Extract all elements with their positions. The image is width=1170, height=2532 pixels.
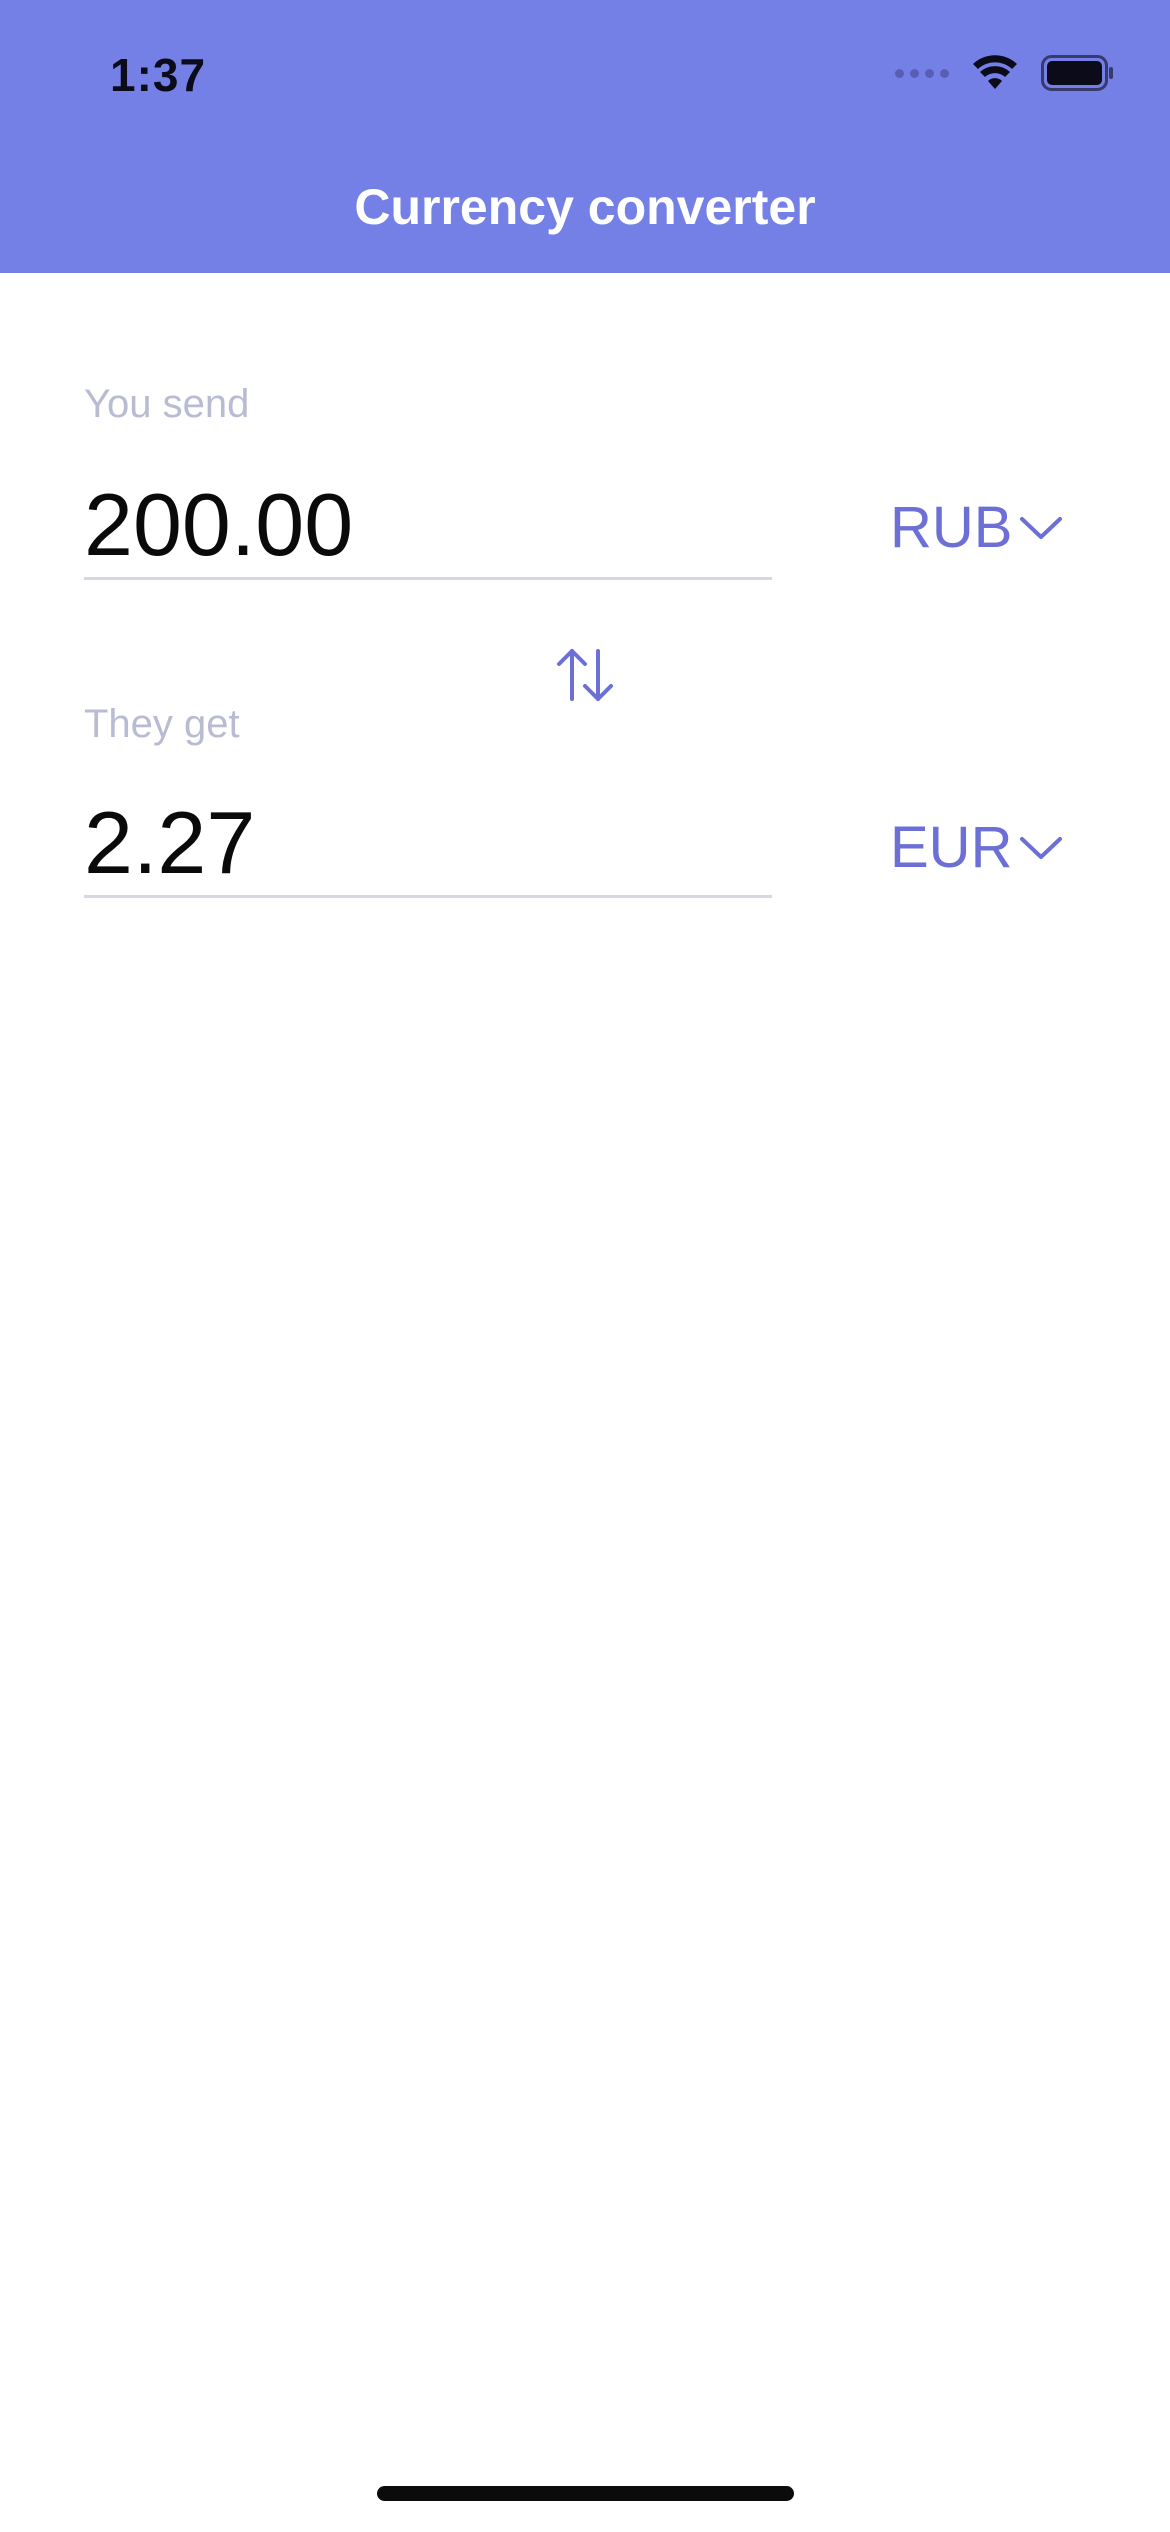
receive-amount-value: 2.27 [84,793,256,892]
navigation-header: 1:37 Currency converter [0,0,1170,273]
chevron-down-icon [1020,836,1063,859]
send-amount-input[interactable]: 200.00 [84,470,772,580]
send-currency-selector[interactable]: RUB [890,494,1064,561]
chevron-down-icon [1020,516,1063,539]
status-time: 1:37 [110,49,207,101]
page-title: Currency converter [354,179,816,235]
receive-currency-code: EUR [890,815,1013,880]
receive-label: They get [84,702,240,746]
wifi-icon [973,55,1017,89]
swap-vertical-icon [557,649,613,701]
home-indicator[interactable] [377,2486,794,2501]
send-currency-code: RUB [890,495,1013,560]
send-label: You send [84,382,250,426]
receive-amount-input[interactable]: 2.27 [84,788,772,898]
swap-currencies-button[interactable] [552,642,618,708]
battery-icon [1041,55,1113,91]
status-icons [895,50,1115,96]
receive-currency-selector[interactable]: EUR [890,814,1064,881]
cellular-signal-icon [895,68,949,78]
send-amount-value: 200.00 [84,475,354,574]
